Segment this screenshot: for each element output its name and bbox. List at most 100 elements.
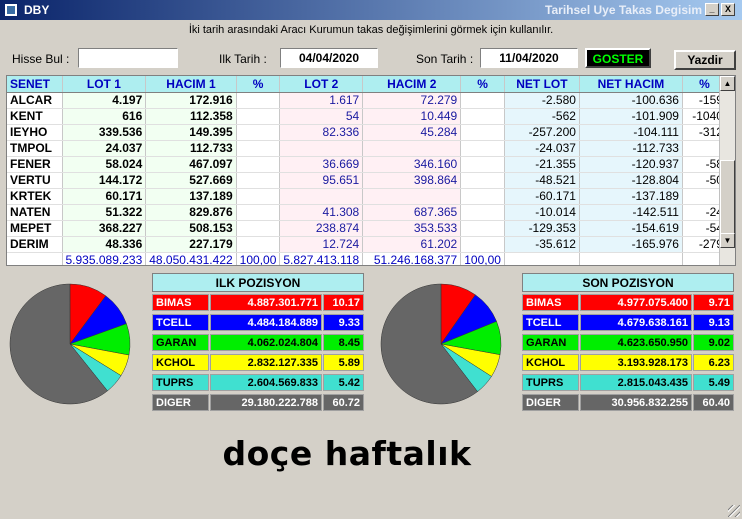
grid-cell: 51.322	[62, 204, 147, 221]
column-header[interactable]: NET LOT	[504, 76, 580, 93]
position-row: TUPRS 2.604.569.833 5.42	[152, 374, 364, 391]
position-row: KCHOL 2.832.127.335 5.89	[152, 354, 364, 371]
takas-grid[interactable]: SENET LOT 1 HACIM 1% LOT 2 HACIM 2% NET LOT NE…	[6, 75, 736, 266]
position-value: 2.815.043.435	[580, 374, 692, 391]
grid-cell: -104.111	[579, 124, 683, 141]
grid-cell: IEYHO	[7, 124, 63, 141]
table-row[interactable]: DERIM 48.336 227.179 12.724 61.202 -35.612 -16…	[7, 236, 727, 253]
position-percent: 8.45	[323, 334, 364, 351]
position-percent: 5.42	[323, 374, 364, 391]
position-percent: 10.17	[323, 294, 364, 311]
son-tarih-label: Son Tarih :	[416, 52, 474, 66]
grid-cell	[460, 172, 505, 189]
grid-cell: VERTU	[7, 172, 63, 189]
yazdir-button[interactable]: Yazdir	[674, 50, 736, 70]
grid-total-row[interactable]: 5.935.089.233 48.050.431.422 100,00 5.827.4…	[7, 252, 727, 265]
grid-header-row[interactable]: SENET LOT 1 HACIM 1% LOT 2 HACIM 2% NET LOT NE…	[7, 76, 727, 93]
grid-cell: 82.336	[279, 124, 364, 141]
grid-cell: 4.197	[62, 92, 147, 109]
grid-cell: -24.037	[504, 140, 580, 157]
position-row: TCELL 4.484.184.889 9.33	[152, 314, 364, 331]
ilk-tarih-input[interactable]: 04/04/2020	[280, 48, 378, 68]
position-value: 4.623.650.950	[580, 334, 692, 351]
table-row[interactable]: KRTEK 60.171 137.189 -60.171 -137.189	[7, 188, 727, 205]
column-header[interactable]: LOT 2	[279, 76, 364, 93]
position-value: 3.193.928.173	[580, 354, 692, 371]
grid-cell: 95.651	[279, 172, 364, 189]
column-header[interactable]: %	[460, 76, 505, 93]
filter-toolbar: Hisse Bul : Ilk Tarih : 04/04/2020 Son T…	[0, 48, 742, 70]
grid-cell	[460, 124, 505, 141]
son-pozisyon-pie	[380, 283, 502, 405]
position-symbol: GARAN	[522, 334, 579, 351]
position-value: 4.062.024.804	[210, 334, 322, 351]
position-row: GARAN 4.062.024.804 8.45	[152, 334, 364, 351]
grid-cell: -562	[504, 108, 580, 125]
grid-cell: 60.171	[62, 188, 147, 205]
grid-cell: 149.395	[145, 124, 237, 141]
column-header[interactable]: SENET	[7, 76, 63, 93]
grid-cell: 41.308	[279, 204, 364, 221]
grid-cell: 45.284	[362, 124, 462, 141]
position-percent: 6.23	[693, 354, 734, 371]
ilk-pozisyon-title: ILK POZISYON	[152, 273, 364, 292]
grid-cell: 368.227	[62, 220, 147, 237]
footer-caption: doçe haftalık	[222, 434, 472, 473]
scroll-down-icon[interactable]: ▼	[720, 233, 735, 248]
column-header[interactable]: %	[236, 76, 281, 93]
grid-cell: -142.511	[579, 204, 683, 221]
position-symbol: KCHOL	[152, 354, 209, 371]
position-percent: 9.02	[693, 334, 734, 351]
scroll-up-icon[interactable]: ▲	[720, 76, 735, 91]
table-row[interactable]: VERTU 144.172 527.669 95.651 398.864 -48.521-…	[7, 172, 727, 189]
grid-cell	[504, 252, 580, 265]
grid-cell	[579, 252, 683, 265]
grid-cell: 467.097	[145, 156, 237, 173]
goster-button[interactable]: GOSTER	[585, 48, 651, 68]
grid-cell	[460, 108, 505, 125]
grid-cell: 5.935.089.233	[62, 252, 147, 265]
position-symbol: TUPRS	[522, 374, 579, 391]
grid-cell: 12.724	[279, 236, 364, 253]
minimize-button[interactable]: _	[705, 3, 719, 16]
column-header[interactable]: NET HACIM	[579, 76, 683, 93]
position-row: TUPRS 2.815.043.435 5.49	[522, 374, 734, 391]
table-row[interactable]: NATEN 51.322 829.876 41.308 687.365 -10.014 -1…	[7, 204, 727, 221]
position-percent: 9.33	[323, 314, 364, 331]
son-tarih-input[interactable]: 11/04/2020	[480, 48, 578, 68]
close-button[interactable]: X	[721, 3, 735, 16]
column-header[interactable]: LOT 1	[62, 76, 147, 93]
table-row[interactable]: ALCAR 4.197 172.916 1.617 72.279 -2.580 -100.6…	[7, 92, 727, 109]
table-row[interactable]: MEPET 368.227 508.153 238.874 353.533 -129.35…	[7, 220, 727, 237]
grid-cell	[236, 188, 281, 205]
grid-scrollbar[interactable]: ▲ ▼	[719, 76, 735, 265]
grid-cell: FENER	[7, 156, 63, 173]
grid-cell: -120.937	[579, 156, 683, 173]
column-header[interactable]: HACIM 2	[362, 76, 462, 93]
column-header[interactable]: HACIM 1	[145, 76, 237, 93]
grid-cell: 48.050.431.422	[145, 252, 237, 265]
position-value: 2.604.569.833	[210, 374, 322, 391]
grid-cell: NATEN	[7, 204, 63, 221]
position-symbol: TCELL	[522, 314, 579, 331]
grid-cell: -48.521	[504, 172, 580, 189]
grid-cell	[236, 172, 281, 189]
position-percent: 5.89	[323, 354, 364, 371]
position-symbol: KCHOL	[522, 354, 579, 371]
grid-cell	[279, 140, 364, 157]
table-row[interactable]: FENER 58.024 467.097 36.669 346.160 -21.355 -1…	[7, 156, 727, 173]
grid-cell	[460, 140, 505, 157]
window-title: DBY	[24, 3, 50, 17]
grid-cell	[236, 236, 281, 253]
hisse-search-input[interactable]	[78, 48, 178, 68]
ilk-pozisyon-pie	[9, 283, 131, 405]
grid-cell: -129.353	[504, 220, 580, 237]
table-row[interactable]: IEYHO 339.536 149.395 82.336 45.284 -257.200-…	[7, 124, 727, 141]
grid-cell: 51.246.168.377	[362, 252, 462, 265]
grid-cell	[236, 140, 281, 157]
position-value: 4.679.638.161	[580, 314, 692, 331]
table-row[interactable]: TMPOL 24.037 112.733 -24.037 -112.733	[7, 140, 727, 157]
scroll-thumb[interactable]	[720, 160, 735, 240]
table-row[interactable]: KENT 616 112.358 54 10.449 -562 -101.909 -1040	[7, 108, 727, 125]
resize-grip[interactable]	[728, 505, 740, 517]
